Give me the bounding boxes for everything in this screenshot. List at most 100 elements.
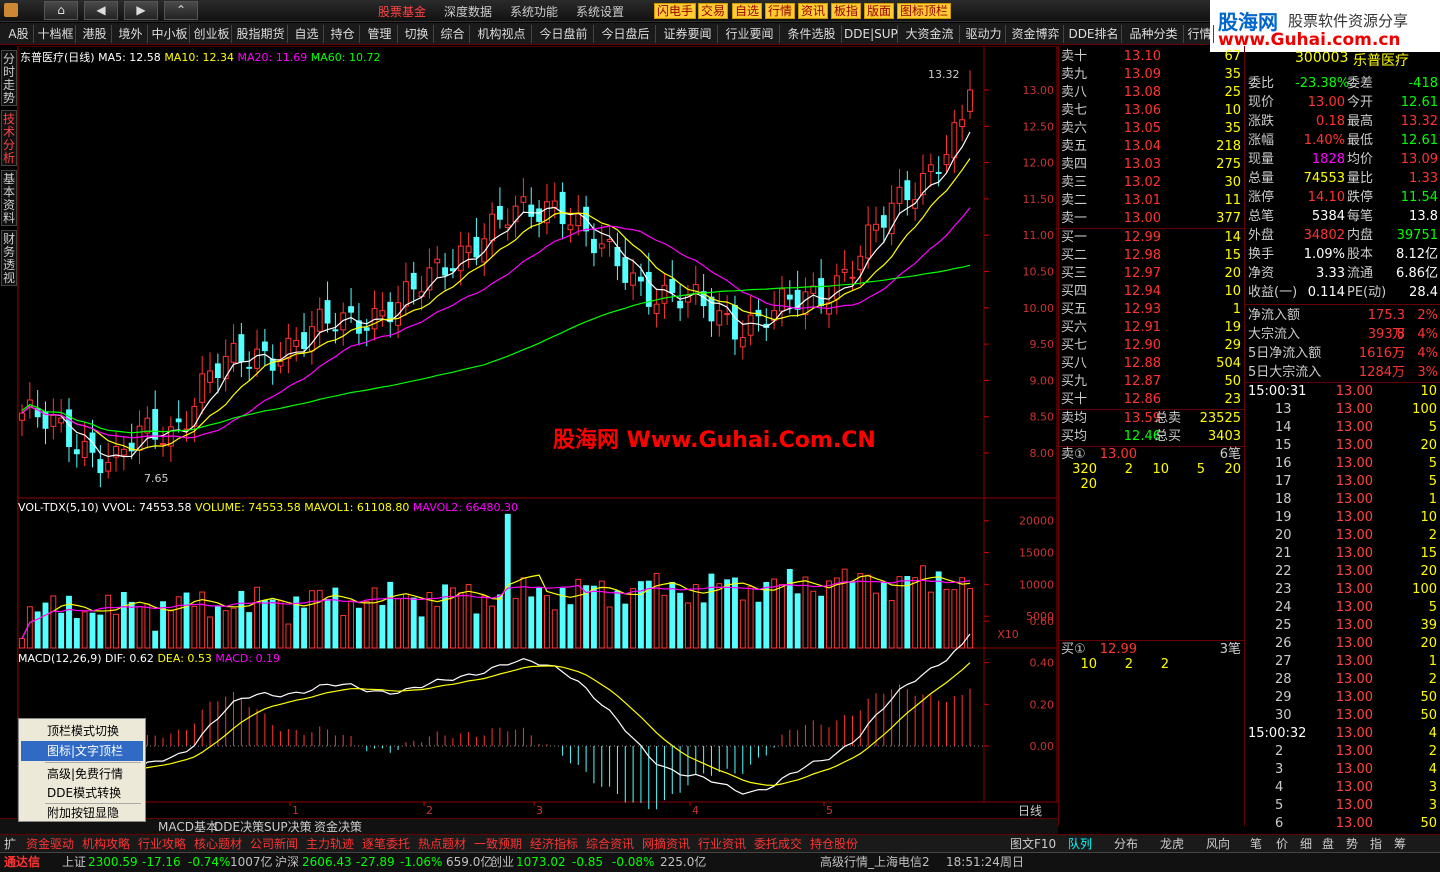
ask-row[interactable]: 卖一 13.00 377 <box>1059 210 1245 228</box>
quick-trade-button[interactable]: 交易 <box>698 3 729 19</box>
tab-0[interactable]: A股 <box>4 25 34 43</box>
bid-row[interactable]: 买五 12.93 1 <box>1059 301 1245 319</box>
bid-row[interactable]: 买七 12.90 29 <box>1059 337 1245 355</box>
menu-item-dde-mode[interactable]: DDE模式转换 <box>21 783 143 803</box>
menu-item-icon-text-bar[interactable]: 图标|文字顶栏 <box>21 741 143 761</box>
indicator-tab-3[interactable]: 资金决策 <box>314 820 362 834</box>
func-tab-2[interactable]: 机构攻略 <box>82 836 130 852</box>
tab-17[interactable]: 条件选股 <box>782 25 842 43</box>
ask-row[interactable]: 卖九 13.09 35 <box>1059 66 1245 84</box>
ask-row[interactable]: 卖六 13.05 35 <box>1059 120 1245 138</box>
tab-23[interactable]: 品种分类 <box>1124 25 1184 43</box>
tab-15[interactable]: 证券要闻 <box>658 25 718 43</box>
vtab-financials[interactable]: 财务透视 <box>1 230 17 286</box>
back-button[interactable]: ◀ <box>84 1 118 20</box>
bid-row[interactable]: 买三 12.97 20 <box>1059 265 1245 283</box>
sz-label[interactable]: 沪深 <box>275 853 299 872</box>
vtab-intraday[interactable]: 分时走势 <box>1 50 17 106</box>
forward-button[interactable]: ▶ <box>124 1 158 20</box>
tab-4[interactable]: 中小板 <box>150 25 190 43</box>
tab-10[interactable]: 切换 <box>400 25 434 43</box>
panel-tab-7[interactable]: 细 <box>1300 836 1312 852</box>
menu-deep-data[interactable]: 深度数据 <box>444 3 492 20</box>
tab-13[interactable]: 今日盘前 <box>534 25 594 43</box>
panel-tab-3[interactable]: 龙虎 <box>1160 836 1184 852</box>
func-tab-1[interactable]: 资金驱动 <box>26 836 74 852</box>
tab-21[interactable]: 资金博弈 <box>1008 25 1064 43</box>
indicator-tab-0[interactable]: MACD基本 <box>158 820 218 834</box>
panel-tab-2[interactable]: 分布 <box>1114 836 1138 852</box>
tab-1[interactable]: 十档框 <box>36 25 76 43</box>
func-tab-11[interactable]: 综合资讯 <box>586 836 634 852</box>
tab-9[interactable]: 管理 <box>362 25 398 43</box>
func-tab-13[interactable]: 行业资讯 <box>698 836 746 852</box>
tab-20[interactable]: 驱动力 <box>962 25 1006 43</box>
panel-tab-11[interactable]: 筹 <box>1394 836 1406 852</box>
tab-12[interactable]: 机构视点 <box>472 25 532 43</box>
tab-19[interactable]: 大资金流 <box>900 25 960 43</box>
ask-row[interactable]: 卖二 13.01 11 <box>1059 192 1245 210</box>
ask-row[interactable]: 卖五 13.04 218 <box>1059 138 1245 156</box>
tab-3[interactable]: 境外 <box>114 25 148 43</box>
tab-5[interactable]: 创业板 <box>192 25 232 43</box>
quick-iconbar-button[interactable]: 图标顶栏 <box>897 3 952 19</box>
ask-row[interactable]: 卖十 13.10 67 <box>1059 48 1245 66</box>
bid-row[interactable]: 买四 12.94 10 <box>1059 283 1245 301</box>
func-tab-0[interactable]: 扩 <box>4 836 16 852</box>
tab-16[interactable]: 行业要闻 <box>720 25 780 43</box>
period-label[interactable]: 日线 <box>1018 802 1042 819</box>
tab-22[interactable]: DDE排名 <box>1066 25 1122 43</box>
kline-chart[interactable]: 13.00 12.50 12.00 11.50 11.00 10.50 10.00 9.50 9… <box>18 46 1058 826</box>
sh-label[interactable]: 上证 <box>62 853 86 872</box>
panel-tab-6[interactable]: 价 <box>1276 836 1288 852</box>
func-tab-7[interactable]: 逐笔委托 <box>362 836 410 852</box>
func-tab-14[interactable]: 委托成交 <box>754 836 802 852</box>
func-tab-5[interactable]: 公司新闻 <box>250 836 298 852</box>
func-tab-8[interactable]: 热点题材 <box>418 836 466 852</box>
tab-18[interactable]: DDE|SUP <box>844 25 898 43</box>
panel-tab-4[interactable]: 风向 <box>1206 836 1230 852</box>
panel-tab-10[interactable]: 指 <box>1370 836 1382 852</box>
panel-tab-9[interactable]: 势 <box>1346 836 1358 852</box>
menu-system-settings[interactable]: 系统设置 <box>576 3 624 20</box>
func-tab-4[interactable]: 核心题材 <box>194 836 242 852</box>
tab-7[interactable]: 自选 <box>290 25 324 43</box>
quick-index-button[interactable]: 板指 <box>831 3 862 19</box>
indicator-tab-2[interactable]: SUP决策 <box>264 820 312 834</box>
bid-row[interactable]: 买八 12.88 504 <box>1059 355 1245 373</box>
panel-tab-0[interactable]: 图文F10 <box>1010 836 1056 852</box>
menu-item-quote-mode[interactable]: 高级|免费行情 <box>21 764 143 784</box>
panel-tab-8[interactable]: 盘 <box>1322 836 1334 852</box>
quick-watchlist-button[interactable]: 自选 <box>732 3 763 19</box>
collapse-button[interactable]: ⌃ <box>164 1 198 20</box>
func-tab-3[interactable]: 行业攻略 <box>138 836 186 852</box>
menu-item-topbar-mode[interactable]: 顶栏模式切换 <box>21 721 143 741</box>
ask-row[interactable]: 卖三 13.02 30 <box>1059 174 1245 192</box>
bid-row[interactable]: 买九 12.87 50 <box>1059 373 1245 391</box>
tab-2[interactable]: 港股 <box>78 25 112 43</box>
menu-item-extra-buttons[interactable]: 附加按钮显隐 <box>21 804 143 822</box>
indicator-tab-1[interactable]: DDE决策 <box>214 820 264 834</box>
chart-canvas[interactable]: 13.0012.5012.0011.5011.0010.5010.009.509… <box>18 46 1058 818</box>
panel-tab-1[interactable]: 队列 <box>1068 836 1092 852</box>
home-button[interactable]: ⌂ <box>44 1 78 20</box>
tab-24[interactable]: 行情 <box>1186 25 1214 43</box>
func-tab-15[interactable]: 持仓股份 <box>810 836 858 852</box>
ask-row[interactable]: 卖七 13.06 10 <box>1059 102 1245 120</box>
tab-14[interactable]: 今日盘后 <box>596 25 656 43</box>
tab-8[interactable]: 持仓 <box>326 25 360 43</box>
quick-flash-button[interactable]: 闪电手 <box>654 3 697 19</box>
quick-layout-button[interactable]: 版面 <box>864 3 895 19</box>
tab-6[interactable]: 股指期货 <box>234 25 288 43</box>
panel-tab-5[interactable]: 笔 <box>1250 836 1262 852</box>
server-label[interactable]: 高级行情_上海电信2 <box>820 853 930 872</box>
quick-quotes-button[interactable]: 行情 <box>765 3 796 19</box>
bid-row[interactable]: 买一 12.99 14 <box>1059 229 1245 247</box>
ask-row[interactable]: 卖八 13.08 25 <box>1059 84 1245 102</box>
tab-11[interactable]: 综合 <box>436 25 470 43</box>
func-tab-12[interactable]: 网摘资讯 <box>642 836 690 852</box>
quick-news-button[interactable]: 资讯 <box>798 3 829 19</box>
vtab-technical[interactable]: 技术分析 <box>1 110 17 166</box>
bid-row[interactable]: 买六 12.91 19 <box>1059 319 1245 337</box>
vtab-profile[interactable]: 基本资料 <box>1 170 17 226</box>
